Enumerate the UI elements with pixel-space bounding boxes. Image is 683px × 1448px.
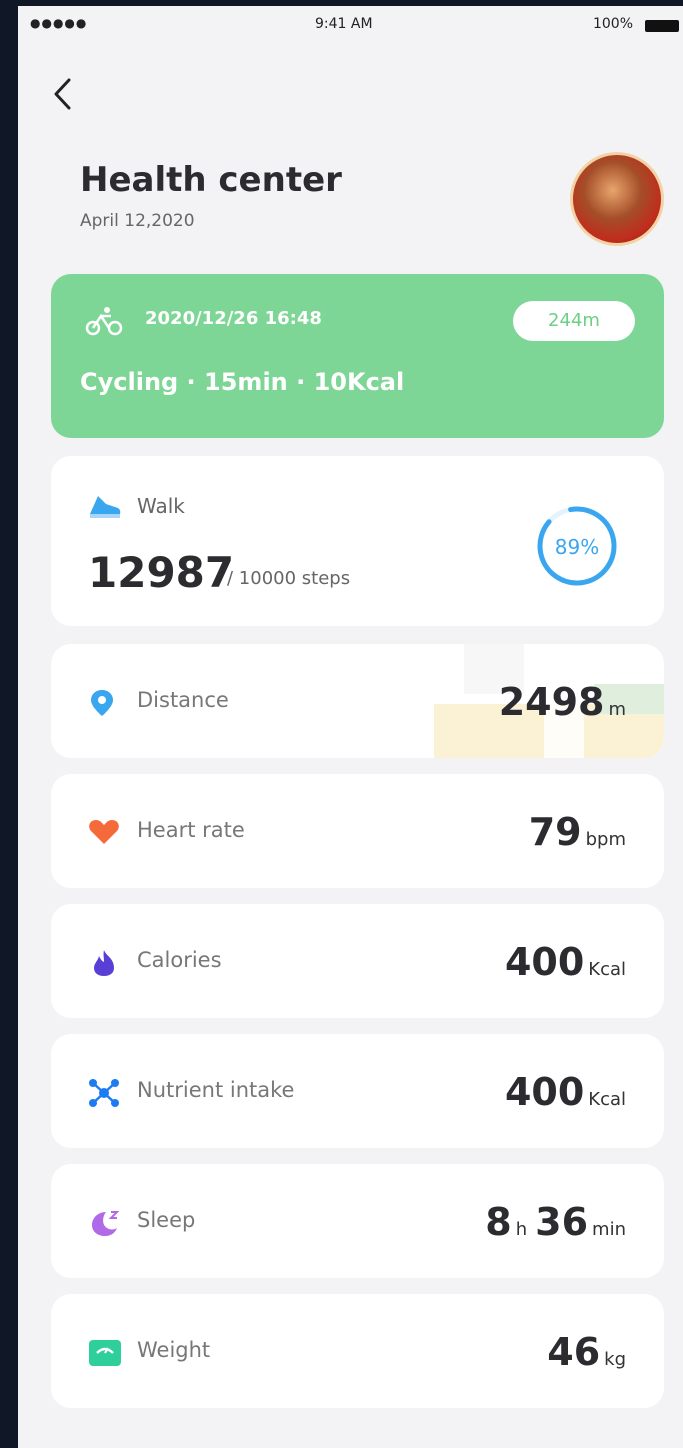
weight-value: 46 kg (547, 1330, 626, 1374)
recent-activity-card[interactable]: 2020/12/26 16:48 244m Cycling · 15min · … (51, 274, 664, 438)
sleep-label: Sleep (137, 1208, 196, 1232)
battery-percent: 100% (592, 16, 633, 32)
app-screen: ●●●●● 9:41 AM 100% Health center April 1… (18, 6, 683, 1448)
heart-rate-label: Heart rate (137, 818, 245, 842)
back-button[interactable] (52, 76, 72, 112)
distance-label: Distance (137, 688, 229, 712)
walk-label: Walk (137, 494, 185, 518)
shoe-icon (88, 492, 122, 524)
weight-label: Weight (137, 1338, 211, 1362)
calories-label: Calories (137, 948, 222, 972)
step-progress-ring: 89% (537, 506, 617, 586)
location-pin-icon (88, 688, 116, 722)
heart-icon (88, 818, 120, 850)
nutrient-intake-card[interactable]: Nutrient intake 400 Kcal (51, 1034, 664, 1148)
activity-timestamp: 2020/12/26 16:48 (145, 308, 322, 329)
scale-icon (88, 1338, 122, 1372)
nutrient-intake-label: Nutrient intake (137, 1078, 295, 1102)
status-time: 9:41 AM (315, 16, 373, 32)
step-percent: 89% (555, 535, 599, 559)
heart-rate-value: 79 bpm (528, 810, 626, 854)
flame-icon (88, 948, 120, 982)
molecule-icon (88, 1078, 120, 1112)
page-title: Health center (80, 160, 342, 200)
signal-indicator: ●●●●● (30, 16, 88, 30)
moon-icon (88, 1208, 120, 1242)
heart-rate-card[interactable]: Heart rate 79 bpm (51, 774, 664, 888)
chevron-left-icon (54, 78, 71, 110)
activity-summary: Cycling · 15min · 10Kcal (80, 368, 405, 396)
distance-badge: 244m (513, 301, 635, 341)
avatar[interactable] (570, 152, 664, 246)
battery-icon (645, 20, 679, 32)
step-goal: / 10000 steps (227, 568, 351, 589)
walk-card[interactable]: Walk 12987 / 10000 steps 89% (51, 456, 664, 626)
sleep-card[interactable]: Sleep 8 h 36 min (51, 1164, 664, 1278)
calories-card[interactable]: Calories 400 Kcal (51, 904, 664, 1018)
distance-value: 2498 m (498, 680, 626, 724)
nutrient-intake-value: 400 Kcal (504, 1070, 626, 1114)
page-date: April 12,2020 (80, 211, 195, 231)
status-bar: ●●●●● 9:41 AM 100% (18, 6, 683, 42)
weight-card[interactable]: Weight 46 kg (51, 1294, 664, 1408)
bicycle-icon (85, 306, 125, 340)
calories-value: 400 Kcal (504, 940, 626, 984)
sleep-value: 8 h 36 min (485, 1200, 626, 1244)
distance-card[interactable]: Distance 2498 m (51, 644, 664, 758)
step-count: 12987 (88, 548, 235, 597)
